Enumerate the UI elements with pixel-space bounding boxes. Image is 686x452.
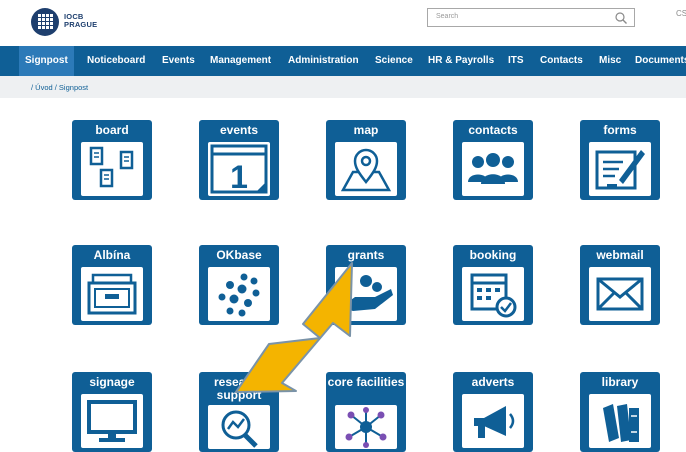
logo-text: IOCB PRAGUE — [64, 13, 97, 29]
tile-forms[interactable]: forms — [580, 120, 660, 200]
logo-line2: PRAGUE — [64, 20, 98, 29]
nav-noticeboard[interactable]: Noticeboard — [81, 46, 151, 76]
nav-events[interactable]: Events — [156, 46, 201, 76]
nav-its[interactable]: ITS — [502, 46, 530, 76]
monitor-icon — [81, 394, 143, 448]
nav-contacts[interactable]: Contacts — [534, 46, 589, 76]
tile-contacts[interactable]: contacts — [453, 120, 533, 200]
nav-administration[interactable]: Administration — [282, 46, 365, 76]
tile-label: core facilities — [327, 375, 405, 389]
site-header: IOCB PRAGUE Search CS — [0, 0, 686, 46]
tile-label: booking — [469, 248, 517, 262]
nav-science[interactable]: Science — [369, 46, 419, 76]
nav-hr-payrolls[interactable]: HR & Payrolls — [422, 46, 500, 76]
magnifier-chart-icon — [208, 405, 270, 449]
tile-label: library — [601, 375, 639, 389]
nav-documents[interactable]: Documents — [629, 46, 686, 76]
network-icon — [335, 405, 397, 449]
search-input[interactable]: Search — [427, 8, 635, 27]
iocb-logo-icon[interactable] — [30, 7, 60, 37]
tile-core-facilities[interactable]: core facilities — [326, 372, 406, 452]
tile-adverts[interactable]: adverts — [453, 372, 533, 452]
calendar-check-icon — [462, 267, 524, 321]
calendar-day-number: 1 — [230, 159, 248, 195]
megaphone-icon — [462, 394, 524, 448]
search-icon[interactable] — [614, 11, 628, 25]
calendar-icon: 1 — [208, 142, 270, 196]
people-icon — [462, 142, 524, 196]
tile-label: map — [353, 123, 379, 137]
breadcrumb[interactable]: / Úvod / Signpost — [31, 83, 88, 92]
tile-grants[interactable]: grants — [326, 245, 406, 325]
tile-label: webmail — [596, 248, 644, 262]
tile-okbase[interactable]: OKbase — [199, 245, 279, 325]
tile-label: OKbase — [216, 248, 262, 262]
tile-label: events — [219, 123, 259, 137]
breadcrumb-bar: / Úvod / Signpost — [0, 76, 686, 98]
tile-signage[interactable]: signage — [72, 372, 152, 452]
language-switch[interactable]: CS — [676, 9, 686, 18]
hand-coins-icon — [335, 267, 397, 321]
tile-webmail[interactable]: webmail — [580, 245, 660, 325]
dots-cluster-icon — [208, 267, 270, 321]
archive-drawer-icon — [81, 267, 143, 321]
books-icon — [589, 394, 651, 448]
board-icon — [81, 142, 143, 196]
search-placeholder: Search — [436, 13, 459, 20]
nav-signpost[interactable]: Signpost — [19, 46, 74, 76]
main-nav: Signpost Noticeboard Events Management A… — [0, 46, 686, 76]
tile-events[interactable]: events 1 — [199, 120, 279, 200]
tile-research-support[interactable]: research support — [199, 372, 279, 452]
nav-management[interactable]: Management — [204, 46, 277, 76]
tile-label: research support — [213, 375, 265, 402]
envelope-icon — [589, 267, 651, 321]
tile-library[interactable]: library — [580, 372, 660, 452]
tile-map[interactable]: map — [326, 120, 406, 200]
tile-booking[interactable]: booking — [453, 245, 533, 325]
tile-label: adverts — [471, 375, 515, 389]
tile-board[interactable]: board — [72, 120, 152, 200]
form-pen-icon — [589, 142, 651, 196]
tile-label: Albína — [93, 248, 131, 262]
map-pin-icon — [335, 142, 397, 196]
nav-misc[interactable]: Misc — [593, 46, 627, 76]
tile-label: board — [95, 123, 129, 137]
tile-label: forms — [603, 123, 637, 137]
tile-label: contacts — [468, 123, 518, 137]
tile-label: signage — [89, 375, 135, 389]
tile-label: grants — [347, 248, 385, 262]
tile-albina[interactable]: Albína — [72, 245, 152, 325]
